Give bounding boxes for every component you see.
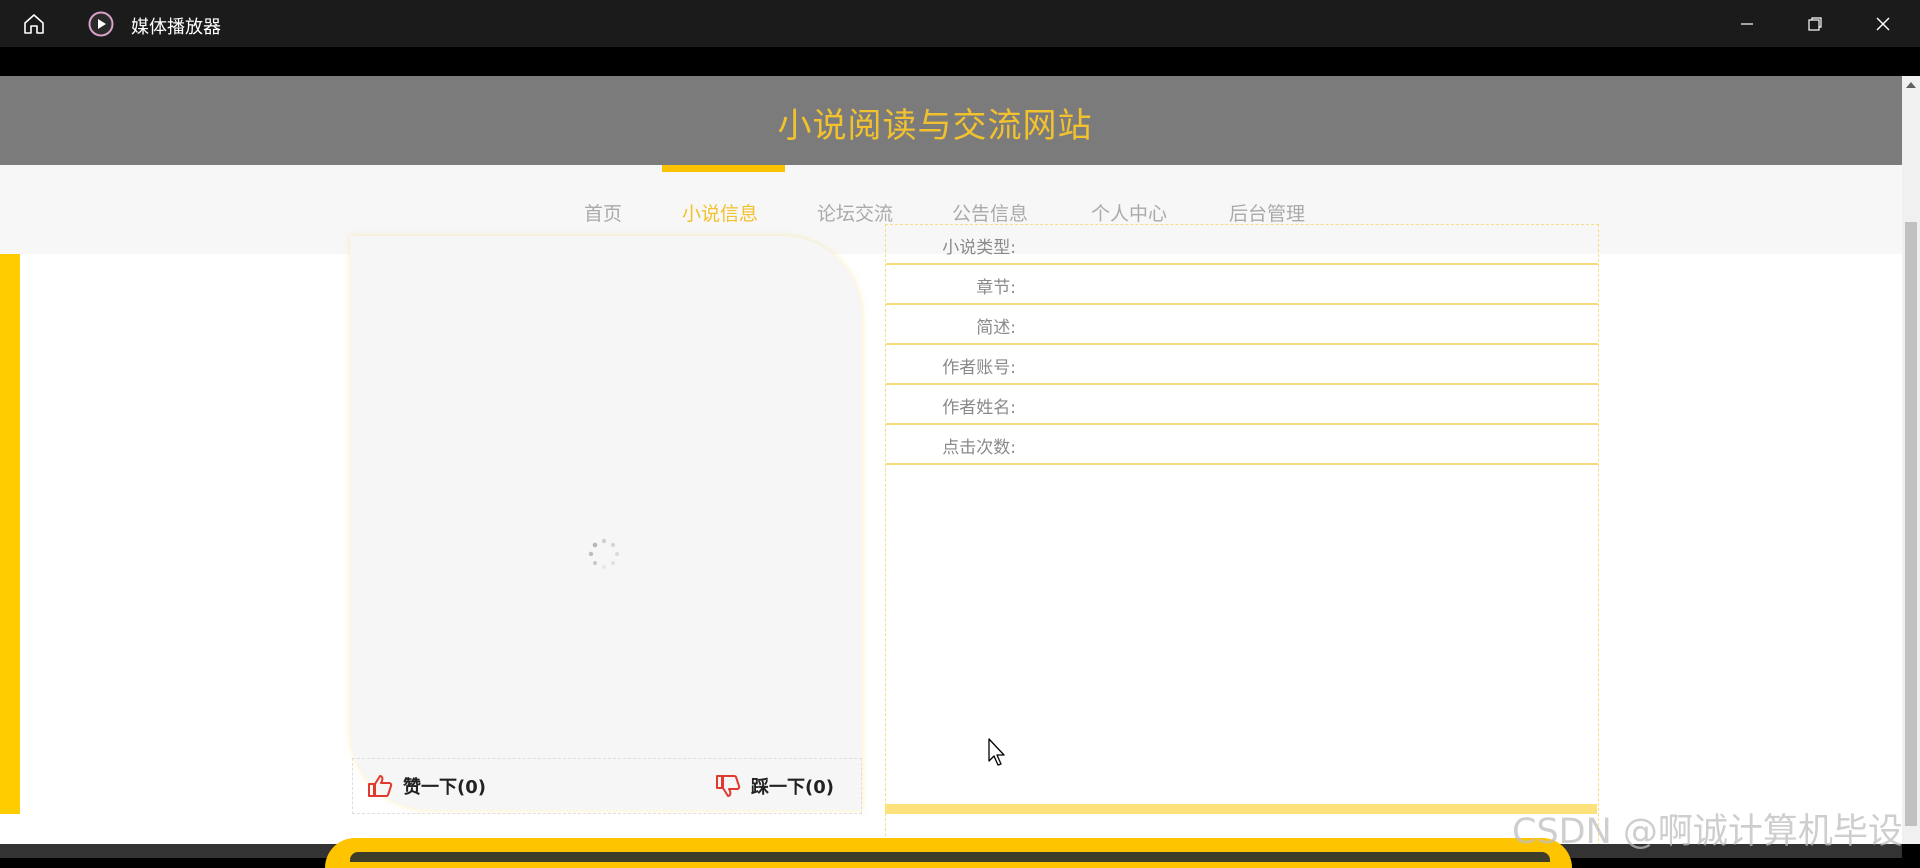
nav-forum[interactable]: 论坛交流: [817, 199, 893, 226]
detail-row: 小说类型:: [886, 225, 1598, 265]
window-titlebar: 媒体播放器: [0, 0, 1920, 47]
detail-panel-bottom-bar: [885, 804, 1597, 814]
page-viewport: 小说阅读与交流网站 首页 小说信息 论坛交流 公告信息 个人中心 后台管理 小说…: [0, 76, 1902, 844]
home-icon[interactable]: [22, 12, 46, 36]
like-button[interactable]: 赞一下(0): [367, 773, 486, 799]
video-letterbox: [0, 47, 1920, 76]
site-header: 小说阅读与交流网站: [0, 76, 1902, 165]
dislike-button[interactable]: 踩一下(0): [715, 773, 834, 799]
nav-announcements[interactable]: 公告信息: [952, 199, 1028, 226]
left-accent-bar: [0, 254, 20, 814]
thumbs-up-icon: [368, 775, 393, 797]
vote-box: 赞一下(0) 踩一下(0): [352, 758, 862, 814]
detail-label: 点击次数:: [942, 438, 1016, 458]
detail-row: 作者账号:: [886, 345, 1598, 385]
nav-admin[interactable]: 后台管理: [1229, 199, 1305, 226]
loading-spinner-icon: [586, 536, 622, 572]
detail-label: 作者账号:: [942, 358, 1016, 378]
detail-row: 简述:: [886, 305, 1598, 345]
scroll-up-arrow-icon[interactable]: [1906, 82, 1916, 88]
close-button[interactable]: [1849, 0, 1917, 47]
nav-active-indicator: [662, 165, 785, 172]
vertical-scrollbar[interactable]: [1902, 76, 1920, 844]
detail-row: 点击次数:: [886, 425, 1598, 465]
detail-label: 简述:: [976, 318, 1016, 338]
detail-label: 作者姓名:: [942, 398, 1016, 418]
nav-personal-center[interactable]: 个人中心: [1091, 199, 1167, 226]
detail-label: 章节:: [976, 278, 1016, 298]
detail-row: 章节:: [886, 265, 1598, 305]
mouse-cursor-icon: [987, 738, 1007, 772]
site-title: 小说阅读与交流网站: [777, 106, 1093, 146]
scroll-thumb[interactable]: [1905, 222, 1917, 826]
detail-label: 小说类型:: [942, 238, 1016, 258]
detail-row: 作者姓名:: [886, 385, 1598, 425]
dislike-label: 踩一下(0): [751, 777, 834, 798]
thumbs-down-icon: [716, 775, 741, 797]
media-player-icon: [88, 11, 114, 37]
watermark: CSDN @啊诚计算机毕设: [1512, 812, 1903, 852]
nav-home[interactable]: 首页: [584, 199, 622, 226]
minimize-button[interactable]: [1713, 0, 1781, 47]
novel-cover-image: [350, 236, 862, 810]
footer-inner: [350, 852, 1550, 862]
window-title: 媒体播放器: [131, 17, 221, 38]
like-label: 赞一下(0): [403, 777, 486, 798]
nav-novel-info[interactable]: 小说信息: [682, 199, 758, 226]
restore-button[interactable]: [1781, 0, 1849, 47]
